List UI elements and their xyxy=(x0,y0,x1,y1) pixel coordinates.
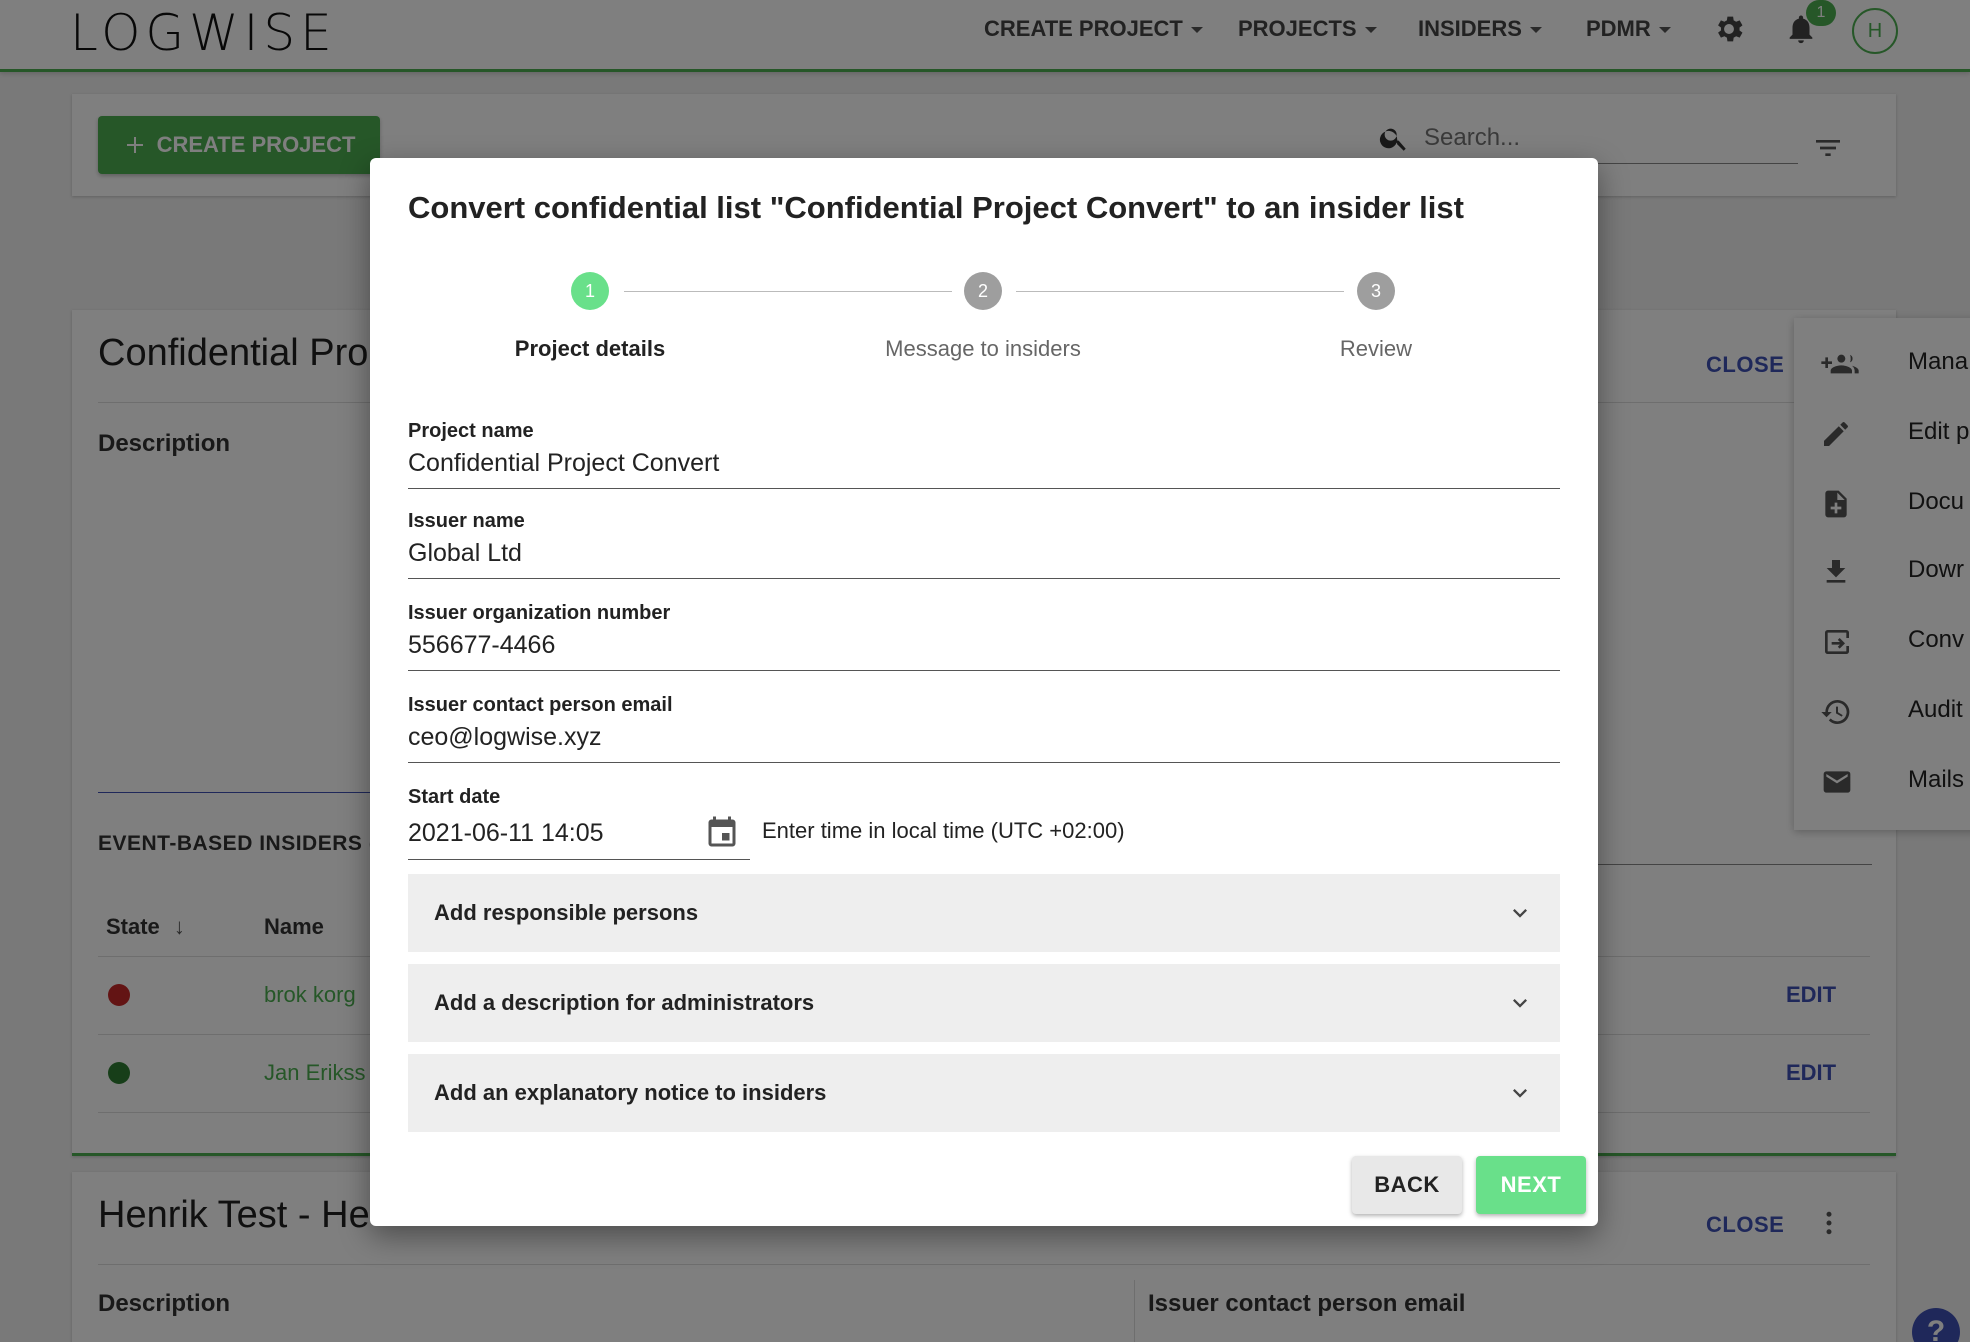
step-3-indicator: 3 xyxy=(1357,272,1395,310)
issuer-name-field[interactable]: Issuer name Global Ltd xyxy=(408,510,1560,579)
start-date-value: 2021-06-11 14:05 xyxy=(408,818,604,847)
step-1-indicator: 1 xyxy=(571,272,609,310)
add-admin-description-accordion[interactable]: Add a description for administrators xyxy=(408,964,1560,1042)
back-button[interactable]: BACK xyxy=(1352,1156,1462,1214)
issuer-email-value: ceo@logwise.xyz xyxy=(408,723,602,751)
accordion-label: Add an explanatory notice to insiders xyxy=(434,1080,827,1105)
chevron-down-icon xyxy=(1513,999,1527,1008)
next-button[interactable]: NEXT xyxy=(1476,1156,1586,1214)
issuer-org-number-field[interactable]: Issuer organization number 556677-4466 xyxy=(408,602,1560,671)
accordion-label: Add a description for administrators xyxy=(434,990,815,1015)
project-name-field[interactable]: Project name Confidential Project Conver… xyxy=(408,420,1560,489)
accordion-label: Add responsible persons xyxy=(434,900,699,925)
chevron-down-icon xyxy=(1513,909,1527,918)
step-2-indicator: 2 xyxy=(964,272,1002,310)
project-name-value: Confidential Project Convert xyxy=(408,449,720,477)
chevron-down-icon xyxy=(1513,1089,1527,1098)
step-3-label: Review xyxy=(1339,336,1413,361)
start-date-label: Start date xyxy=(408,786,501,808)
issuer-email-field[interactable]: Issuer contact person email ceo@logwise.… xyxy=(408,694,1560,763)
start-date-field[interactable]: Start date 2021-06-11 14:05 xyxy=(408,786,750,860)
step-1-label: Project details xyxy=(514,336,666,361)
issuer-name-label: Issuer name xyxy=(408,510,525,532)
convert-list-dialog: Convert confidential list "Confidential … xyxy=(370,158,1598,1226)
add-responsible-persons-accordion[interactable]: Add responsible persons xyxy=(408,874,1560,952)
dialog-title: Convert confidential list "Confidential … xyxy=(408,190,1464,225)
issuer-email-label: Issuer contact person email xyxy=(408,694,673,716)
timezone-note: Enter time in local time (UTC +02:00) xyxy=(762,818,1125,843)
issuer-name-value: Global Ltd xyxy=(408,539,522,567)
step-connector xyxy=(1016,291,1344,292)
issuer-org-number-value: 556677-4466 xyxy=(408,631,556,659)
step-2-label: Message to insiders xyxy=(885,336,1081,361)
project-name-label: Project name xyxy=(408,420,534,442)
issuer-org-number-label: Issuer organization number xyxy=(408,602,671,624)
step-connector xyxy=(624,291,952,292)
calendar-icon[interactable] xyxy=(704,815,740,851)
add-explanatory-notice-accordion[interactable]: Add an explanatory notice to insiders xyxy=(408,1054,1560,1132)
